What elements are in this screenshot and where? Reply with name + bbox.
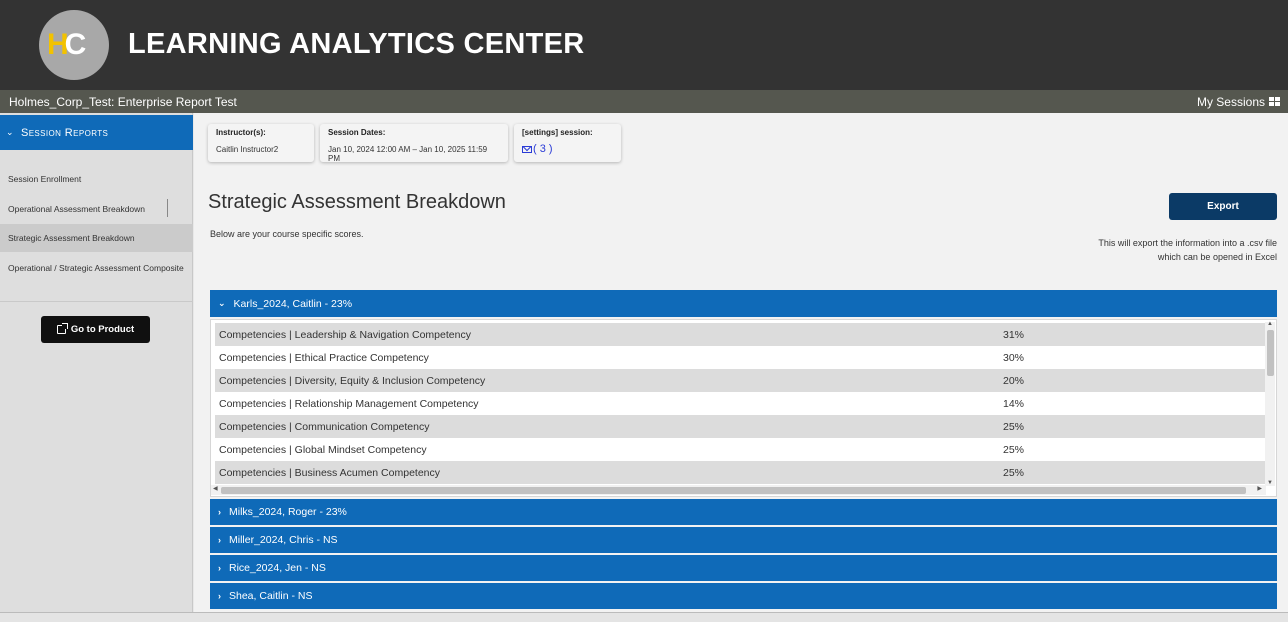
sidebar-item-session-enrollment[interactable]: Session Enrollment xyxy=(0,165,193,193)
accordion-header-shea[interactable]: › Shea, Caitlin - NS xyxy=(210,583,1277,609)
scores-panel: Competencies | Leadership & Navigation C… xyxy=(210,319,1277,497)
chevron-down-icon: ⌄ xyxy=(6,127,14,137)
org-name: Holmes_Corp_Test: Enterprise Report Test xyxy=(9,95,237,109)
top-bar: HC LEARNING ANALYTICS CENTER xyxy=(0,0,1288,90)
accordion-label: Karls_2024, Caitlin - 23% xyxy=(233,297,353,310)
main-content: Instructor(s): Caitlin Instructor2 Sessi… xyxy=(194,113,1288,612)
go-to-product-label: Go to Product xyxy=(70,324,135,335)
export-note-line: which can be opened in Excel xyxy=(1157,251,1277,262)
chevron-right-icon: › xyxy=(218,563,221,573)
chevron-right-icon: › xyxy=(218,507,221,517)
bottom-strip xyxy=(0,612,1288,622)
page-subtitle: Below are your course specific scores. xyxy=(210,229,364,239)
competency-name: Competencies | Communication Competency xyxy=(219,420,430,433)
grid-icon xyxy=(1269,97,1280,107)
export-note: This will export the information into a … xyxy=(1057,237,1277,264)
logo-text: HC xyxy=(47,28,87,62)
competency-name: Competencies | Diversity, Equity & Inclu… xyxy=(219,374,486,387)
sidebar: ⌄ Session Reports Session Enrollment Ope… xyxy=(0,113,193,612)
mail-icon xyxy=(522,145,532,153)
table-row: Competencies | Communication Competency … xyxy=(215,415,1266,438)
hc-logo: HC xyxy=(39,10,109,80)
session-reports-header[interactable]: ⌄ Session Reports xyxy=(0,115,193,150)
scroll-left-icon[interactable]: ◀ xyxy=(213,485,218,492)
competency-name: Competencies | Business Acumen Competenc… xyxy=(219,466,441,479)
competency-score: 30% xyxy=(1003,351,1025,364)
scroll-right-icon[interactable]: ▶ xyxy=(1257,485,1262,492)
table-row: Competencies | Leadership & Navigation C… xyxy=(215,323,1266,346)
competency-score: 25% xyxy=(1003,466,1025,479)
sidebar-item-composite[interactable]: Operational / Strategic Assessment Compo… xyxy=(0,254,193,282)
instructors-card: Instructor(s): Caitlin Instructor2 xyxy=(208,124,314,162)
session-dates-label: Session Dates: xyxy=(328,128,386,137)
sidebar-item-label: Strategic Assessment Breakdown xyxy=(8,233,135,243)
table-row: Competencies | Ethical Practice Competen… xyxy=(215,346,1266,369)
competency-name: Competencies | Leadership & Navigation C… xyxy=(219,328,471,341)
accordion-label: Rice_2024, Jen - NS xyxy=(229,562,326,574)
competency-score: 31% xyxy=(1003,328,1025,341)
export-button[interactable]: Export xyxy=(1169,193,1277,220)
session-reports-label: Session Reports xyxy=(20,126,109,139)
accordion-label: Milks_2024, Roger - 23% xyxy=(229,506,347,518)
competency-name: Competencies | Relationship Management C… xyxy=(219,397,479,410)
export-note-line: This will export the information into a … xyxy=(1098,238,1277,248)
scroll-up-icon[interactable]: ▲ xyxy=(1267,321,1273,327)
horizontal-scroll-thumb[interactable] xyxy=(221,487,1246,494)
sidebar-item-label: Operational Assessment Breakdown xyxy=(8,204,146,214)
my-sessions-label: My Sessions xyxy=(1196,95,1265,109)
accordion-header-rice[interactable]: › Rice_2024, Jen - NS xyxy=(210,555,1277,581)
table-row: Competencies | Global Mindset Competency… xyxy=(215,438,1266,461)
sidebar-item-strategic-assessment[interactable]: Strategic Assessment Breakdown xyxy=(0,224,193,252)
table-row: Competencies | Diversity, Equity & Inclu… xyxy=(215,369,1266,392)
accordion-header-milks[interactable]: › Milks_2024, Roger - 23% xyxy=(210,499,1277,525)
session-card: [settings] session: ( 3 ) xyxy=(514,124,621,162)
competency-score: 25% xyxy=(1003,443,1025,456)
instructors-label: Instructor(s): xyxy=(216,128,266,137)
chevron-right-icon: › xyxy=(218,535,221,545)
sidebar-divider xyxy=(0,301,193,302)
go-to-product-button[interactable]: Go to Product xyxy=(41,316,150,343)
logo-letter-h: H xyxy=(47,28,69,61)
scroll-down-icon[interactable]: ▼ xyxy=(1267,480,1273,486)
vertical-scroll-thumb[interactable] xyxy=(1267,330,1274,376)
table-row: Competencies | Business Acumen Competenc… xyxy=(215,461,1266,484)
session-dates-value: Jan 10, 2024 12:00 AM – Jan 10, 2025 11:… xyxy=(328,145,488,163)
competency-name: Competencies | Ethical Practice Competen… xyxy=(219,351,429,364)
competency-score: 25% xyxy=(1003,420,1025,433)
table-row: Competencies | Relationship Management C… xyxy=(215,392,1266,415)
accordion-header-karls[interactable]: ⌄ Karls_2024, Caitlin - 23% xyxy=(210,290,1277,317)
my-sessions-button[interactable]: My Sessions xyxy=(1197,95,1280,109)
chevron-down-icon: ⌄ xyxy=(218,298,226,308)
page-title: Strategic Assessment Breakdown xyxy=(208,191,506,213)
competency-name: Competencies | Global Mindset Competency xyxy=(219,443,427,456)
session-dates-card: Session Dates: Jan 10, 2024 12:00 AM – J… xyxy=(320,124,508,163)
horizontal-scrollbar[interactable]: ◀ ▶ xyxy=(211,485,1266,495)
accordion-header-miller[interactable]: › Miller_2024, Chris - NS xyxy=(210,527,1277,553)
session-label: [settings] session: xyxy=(522,128,593,137)
sidebar-item-operational-assessment[interactable]: Operational Assessment Breakdown xyxy=(0,195,193,223)
competency-score: 14% xyxy=(1003,397,1025,410)
competency-score: 20% xyxy=(1003,374,1025,387)
accordion-label: Miller_2024, Chris - NS xyxy=(229,534,338,546)
sub-bar: Holmes_Corp_Test: Enterprise Report Test… xyxy=(0,90,1288,113)
session-count: ( 3 ) xyxy=(533,143,553,155)
external-link-icon xyxy=(56,323,68,334)
app-title: LEARNING ANALYTICS CENTER xyxy=(128,28,585,60)
sidebar-separator xyxy=(167,199,168,217)
accordion-label: Shea, Caitlin - NS xyxy=(229,590,313,602)
chevron-right-icon: › xyxy=(218,591,221,601)
session-mail-link[interactable]: ( 3 ) xyxy=(522,143,613,155)
vertical-scrollbar[interactable]: ▲ ▼ xyxy=(1265,321,1275,486)
instructors-value: Caitlin Instructor2 xyxy=(216,145,279,154)
sidebar-item-label: Session Enrollment xyxy=(8,174,82,184)
sidebar-item-label: Operational / Strategic Assessment Compo… xyxy=(8,263,184,273)
logo-letter-c: C xyxy=(64,28,87,61)
